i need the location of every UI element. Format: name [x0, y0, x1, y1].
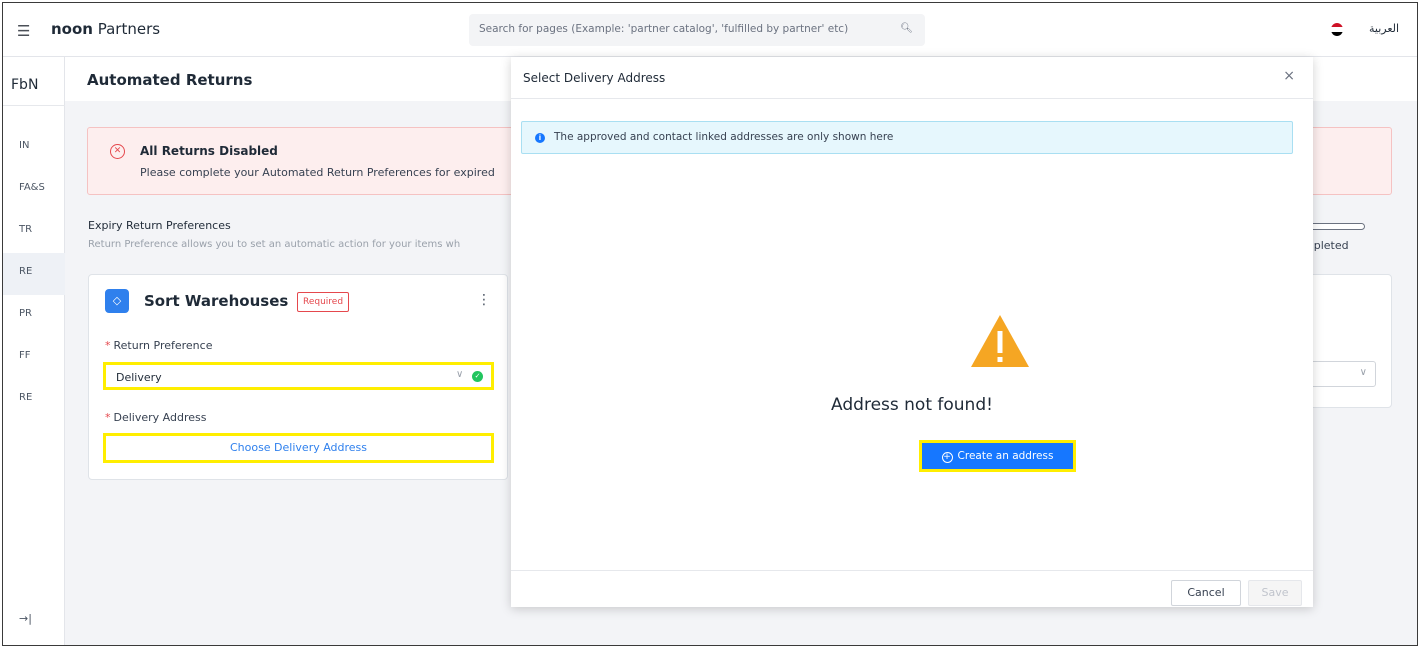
info-text: The approved and contact linked addresse… — [554, 131, 894, 143]
collapse-icon[interactable]: →| — [19, 612, 32, 625]
secondary-card: ∨ — [1303, 274, 1392, 408]
save-button[interactable]: Save — [1248, 580, 1302, 606]
close-icon[interactable]: × — [1283, 68, 1295, 84]
return-preference-label: * Return Preference — [105, 339, 213, 352]
card-title: Sort Warehouses — [144, 292, 289, 310]
alert-text: Please complete your Automated Return Pr… — [140, 166, 495, 179]
info-icon: i — [535, 133, 545, 143]
rail-item-in[interactable]: IN — [3, 127, 65, 169]
rail-item-ff[interactable]: FF — [3, 337, 65, 379]
hamburger-icon[interactable]: ☰ — [17, 22, 30, 40]
modal-header: Select Delivery Address × — [511, 57, 1313, 99]
warning-icon — [971, 315, 1029, 367]
secondary-select[interactable]: ∨ — [1310, 361, 1376, 387]
modal-title: Select Delivery Address — [523, 71, 666, 85]
app-window: ☰ noon Partners Search for pages (Exampl… — [2, 2, 1418, 646]
search-input[interactable]: Search for pages (Example: 'partner cata… — [469, 14, 925, 46]
info-banner: i The approved and contact linked addres… — [521, 121, 1293, 154]
brand-logo[interactable]: noon Partners — [51, 20, 160, 38]
return-preference-value: Delivery — [116, 371, 162, 384]
choose-delivery-address-button[interactable]: Choose Delivery Address — [103, 433, 494, 463]
error-circle-icon: ✕ — [110, 144, 125, 159]
rail-item-re-active[interactable]: RE — [3, 253, 65, 295]
rail-title: FbN — [11, 77, 39, 93]
rail-item-fas[interactable]: FA&S — [3, 169, 65, 211]
modal-footer-divider — [511, 570, 1313, 571]
tag-icon: ◇ — [105, 289, 129, 313]
left-rail: FbN IN FA&S TR RE PR FF RE →| — [3, 57, 65, 645]
rail-divider — [3, 105, 65, 106]
top-bar: ☰ noon Partners Search for pages (Exampl… — [3, 3, 1417, 57]
search-placeholder: Search for pages (Example: 'partner cata… — [479, 23, 849, 35]
empty-state-title: Address not found! — [831, 395, 993, 415]
rail-item-tr[interactable]: TR — [3, 211, 65, 253]
sort-warehouses-card: ◇ Sort Warehouses Required ⋮ * Return Pre… — [88, 274, 508, 480]
plus-circle-icon: + — [941, 452, 953, 463]
required-badge: Required — [297, 292, 350, 312]
flag-icon[interactable] — [1331, 23, 1343, 36]
alert-title: All Returns Disabled — [140, 144, 278, 158]
delivery-address-label: * Delivery Address — [105, 411, 207, 424]
section-title: Expiry Return Preferences — [88, 219, 231, 232]
rail-item-pr[interactable]: PR — [3, 295, 65, 337]
return-preference-select[interactable]: Delivery ∨ ✓ — [103, 362, 494, 390]
page-title: Automated Returns — [87, 71, 253, 89]
search-icon[interactable]: 🔍︎ — [900, 23, 913, 34]
check-circle-icon: ✓ — [472, 371, 483, 382]
chevron-down-icon: ∨ — [456, 369, 464, 380]
select-delivery-address-modal: Select Delivery Address × i The approved… — [511, 57, 1313, 607]
language-toggle[interactable]: العربية — [1369, 22, 1399, 35]
create-address-button[interactable]: + Create an address — [919, 440, 1076, 472]
section-description: Return Preference allows you to set an a… — [88, 239, 461, 250]
kebab-menu-icon[interactable]: ⋮ — [477, 292, 491, 308]
chevron-down-icon: ∨ — [1359, 367, 1367, 378]
rail-item-re[interactable]: RE — [3, 379, 65, 421]
cancel-button[interactable]: Cancel — [1171, 580, 1241, 606]
